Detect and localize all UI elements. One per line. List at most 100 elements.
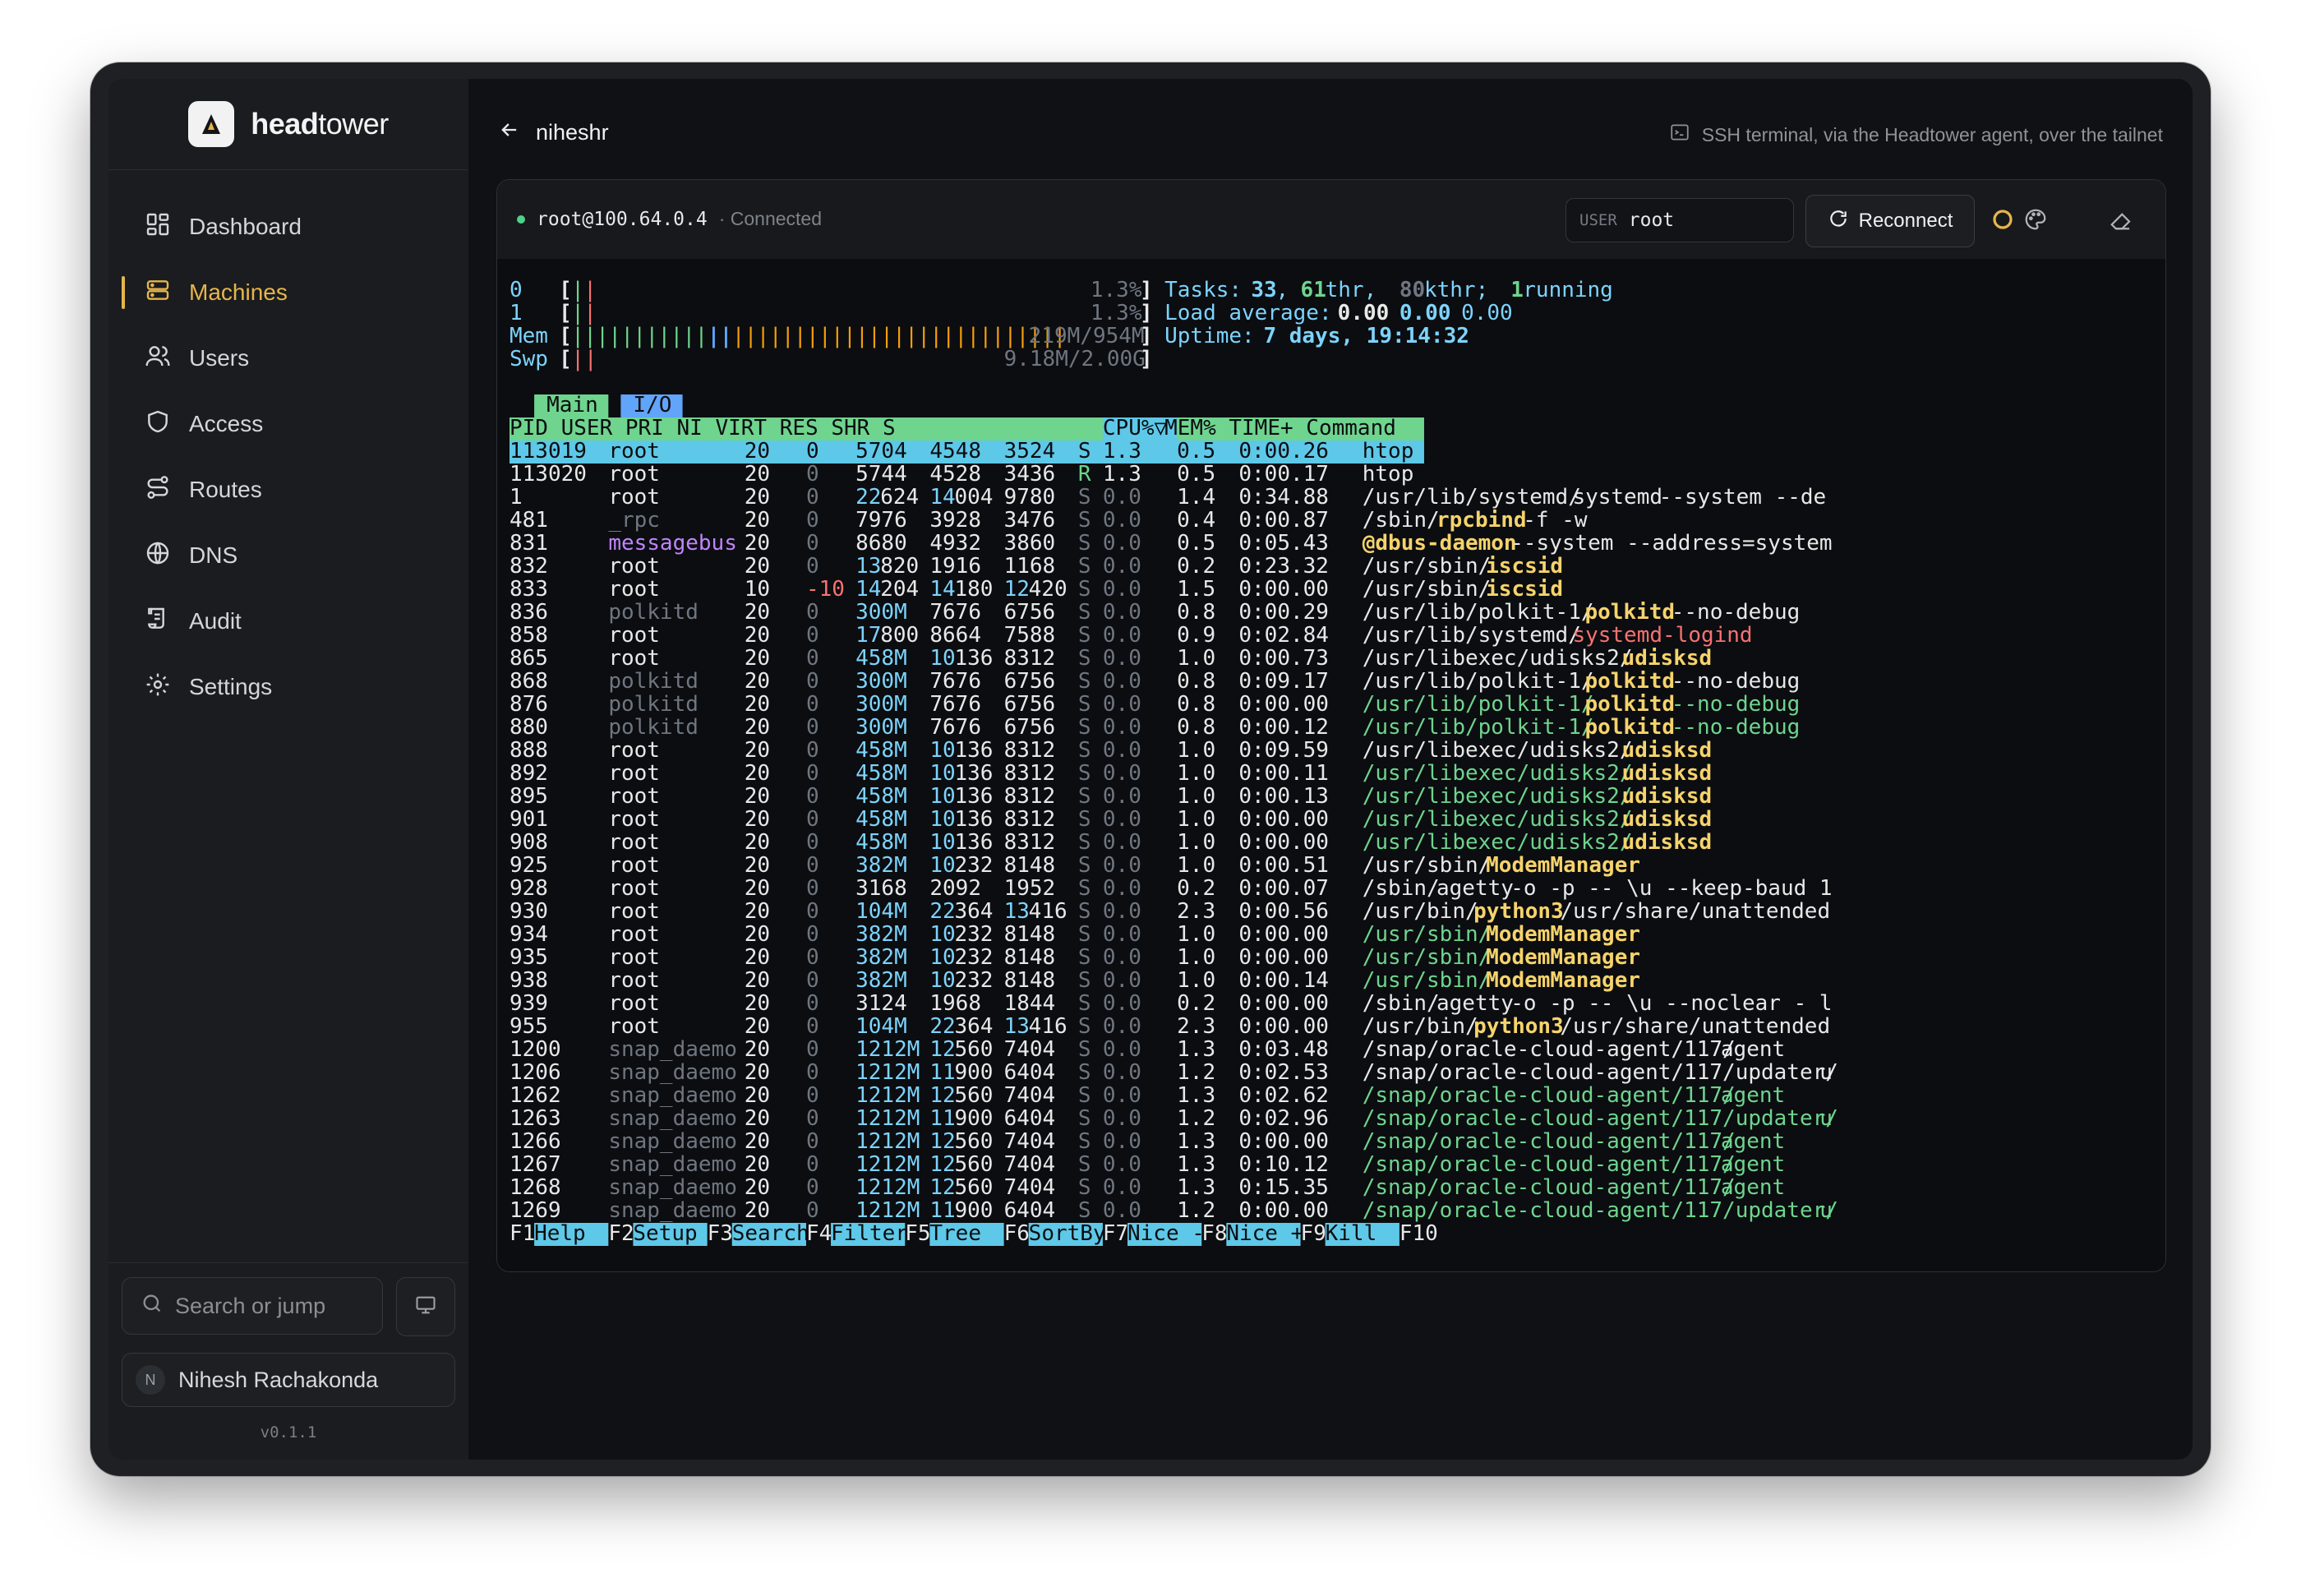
meter-bar-segment: |	[583, 301, 597, 325]
process-user: polkitd	[608, 715, 699, 740]
process-mem: 1.0	[1177, 945, 1215, 970]
process-cpu: 0.0	[1103, 761, 1141, 786]
process-mem-col: 7676	[929, 600, 981, 625]
process-command-name: agent	[1721, 1037, 1785, 1062]
process-pri: 20	[745, 554, 770, 579]
palette-button[interactable]	[2019, 205, 2052, 238]
search-placeholder: Search or jump	[175, 1293, 326, 1318]
process-mem-col: 10	[929, 761, 955, 786]
process-command-args: --no-debug	[1672, 692, 1801, 717]
process-user: root	[608, 439, 660, 464]
process-mem-col: 560	[954, 1175, 993, 1200]
nav-item-machines[interactable]: Machines	[122, 260, 455, 325]
nav-item-users[interactable]: Users	[122, 325, 455, 391]
process-command-name: udisksd	[1622, 807, 1713, 832]
process-pri: 20	[745, 669, 770, 694]
display-toggle-button[interactable]	[396, 1277, 455, 1336]
monitor-icon	[414, 1294, 437, 1321]
process-user: _rpc	[608, 508, 660, 533]
process-state: S	[1078, 692, 1091, 717]
brand-name: headtower	[251, 107, 389, 141]
meter-label: 0	[510, 278, 523, 302]
process-mem-col: 7404	[1004, 1175, 1056, 1200]
process-state: S	[1078, 485, 1091, 510]
nav-item-routes[interactable]: Routes	[122, 457, 455, 523]
process-mem-col: 6756	[1004, 669, 1056, 694]
app-window: headtower Dashboard Machines Users Acces…	[90, 62, 2211, 1476]
nav-item-dashboard[interactable]: Dashboard	[122, 194, 455, 260]
running-label: running	[1523, 278, 1613, 302]
process-pri: 20	[745, 1060, 770, 1085]
ssh-user-label: USER	[1579, 211, 1617, 229]
process-user: root	[608, 899, 660, 924]
process-mem: 0.2	[1177, 991, 1215, 1016]
process-time: 0:03.48	[1238, 1037, 1329, 1062]
process-mem-col: 136	[954, 761, 993, 786]
nav-item-dns[interactable]: DNS	[122, 523, 455, 588]
process-time: 0:00.17	[1238, 462, 1329, 487]
user-menu-button[interactable]: N Nihesh Rachakonda	[122, 1353, 455, 1407]
process-state: S	[1078, 1152, 1091, 1177]
load-5: 0.00	[1400, 301, 1451, 325]
process-mem: 1.2	[1177, 1106, 1215, 1131]
process-cpu: 0.0	[1103, 508, 1141, 533]
nav-item-settings[interactable]: Settings	[122, 654, 455, 720]
nav-item-access[interactable]: Access	[122, 391, 455, 457]
process-user: root	[608, 761, 660, 786]
process-cpu: 1.3	[1103, 439, 1141, 464]
process-mem: 1.4	[1177, 485, 1215, 510]
process-command-name: udisksd	[1622, 830, 1713, 855]
process-mem-col: 14	[855, 577, 881, 602]
load-label: Load average:	[1164, 301, 1332, 325]
search-jump-button[interactable]: Search or jump	[122, 1277, 383, 1335]
process-command-name: u	[1819, 1106, 1833, 1131]
process-pid: 113020	[510, 462, 587, 487]
window-content: headtower Dashboard Machines Users Acces…	[108, 79, 2193, 1460]
process-pri: 20	[745, 1106, 770, 1131]
process-pid: 955	[510, 1014, 548, 1039]
meter-bar-segment: |	[708, 324, 721, 348]
process-ni: 0	[806, 1106, 819, 1131]
brand[interactable]: headtower	[108, 79, 468, 170]
process-command-path: /usr/sbin/	[1363, 968, 1492, 993]
process-mem-col: 104M	[855, 899, 907, 924]
kthreads-label: kthr;	[1424, 278, 1488, 302]
process-user: root	[608, 738, 660, 763]
process-mem: 0.8	[1177, 692, 1215, 717]
process-ni: 0	[806, 462, 819, 487]
process-ni: 0	[806, 669, 819, 694]
process-command-name: udisksd	[1622, 761, 1713, 786]
process-mem: 2.3	[1177, 1014, 1215, 1039]
process-pri: 20	[745, 1152, 770, 1177]
nav-label: Machines	[189, 279, 288, 305]
process-mem-col: 1168	[1004, 554, 1056, 579]
process-pri: 20	[745, 922, 770, 947]
process-ni: 0	[806, 968, 819, 993]
process-mem-col: 10	[929, 646, 955, 671]
meter-bar-segment: |	[633, 324, 646, 348]
process-user: snap_daemo	[608, 1037, 737, 1062]
htop-screen[interactable]: 0[| | 1.3%] 1[| | 1.3%] Mem[| | | | | | | | | | | | | | | |…	[497, 259, 2165, 1271]
theme-circle-button[interactable]	[1986, 205, 2019, 238]
process-state: S	[1078, 554, 1091, 579]
process-mem-col: 10	[929, 784, 955, 809]
process-mem-col: 560	[954, 1037, 993, 1062]
process-command-name: agent	[1721, 1175, 1785, 1200]
process-command-name: agent	[1721, 1129, 1785, 1154]
reconnect-button[interactable]: Reconnect	[1805, 195, 1975, 247]
process-mem-col: 382M	[855, 922, 907, 947]
clear-button[interactable]	[2105, 205, 2137, 238]
nav-item-audit[interactable]: Audit	[122, 588, 455, 654]
process-cpu: 0.0	[1103, 715, 1141, 740]
ssh-user-input[interactable]: USER root	[1566, 198, 1794, 242]
process-pri: 20	[745, 715, 770, 740]
process-pid: 925	[510, 853, 548, 878]
process-mem-col: 1212M	[855, 1175, 920, 1200]
back-link[interactable]: niheshr	[498, 118, 609, 147]
process-pid: 868	[510, 669, 548, 694]
process-command-name: ModemManager	[1486, 853, 1640, 878]
function-key: F1	[510, 1221, 535, 1246]
process-command-name: python3	[1473, 899, 1564, 924]
process-cpu: 0.0	[1103, 1198, 1141, 1223]
process-mem-col: 7676	[929, 715, 981, 740]
